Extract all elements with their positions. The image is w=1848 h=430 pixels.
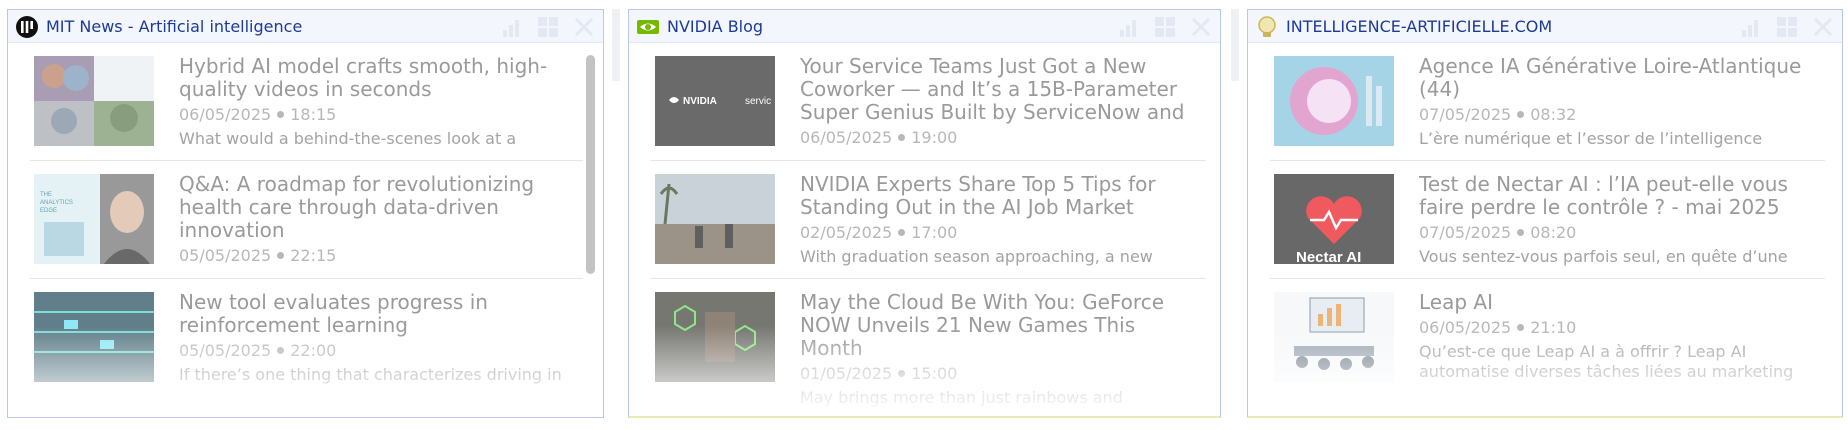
article-timestamp: 01/05/2025 15:00: [800, 364, 958, 383]
article-thumbnail: [1274, 292, 1394, 382]
list-item[interactable]: Hybrid AI model crafts smooth, high-qual…: [30, 43, 583, 161]
article-excerpt: L’ère numérique et l’essor de l’intellig…: [1419, 129, 1763, 148]
list-item[interactable]: THE ANALYTICS EDGE Q&A: A roadmap for re…: [30, 161, 583, 279]
widget-title[interactable]: INTELLIGENCE-ARTIFICIELLE.COM: [1286, 17, 1552, 36]
list-item[interactable]: NVIDIA Experts Share Top 5 Tips for Stan…: [651, 161, 1206, 279]
article-title[interactable]: New tool evaluates progress in reinforce…: [179, 291, 577, 337]
close-icon[interactable]: [573, 16, 595, 38]
article-excerpt: With graduation season approaching, a ne…: [800, 247, 1153, 266]
article-timestamp: 06/05/2025 19:00: [800, 128, 958, 147]
scrollbar[interactable]: [586, 55, 595, 274]
article-title[interactable]: May the Cloud Be With You: GeForce NOW U…: [800, 291, 1200, 360]
list-item[interactable]: Leap AI 06/05/2025 21:10 Qu’est-ce que Le…: [1270, 279, 1825, 397]
widget-title[interactable]: MIT News - Artificial intelligence: [46, 17, 302, 36]
servicenow-wordmark: servic: [745, 96, 771, 107]
article-timestamp: 02/05/2025 17:00: [800, 223, 958, 242]
nectar-wordmark: Nectar AI: [1296, 249, 1361, 264]
stats-icon[interactable]: [1118, 16, 1140, 38]
widget-header: INTELLIGENCE-ARTIFICIELLE.COM: [1248, 10, 1842, 43]
article-timestamp: 05/05/2025 22:00: [179, 341, 337, 360]
widget-toolbar: [1740, 16, 1834, 38]
article-excerpt: If there’s one thing that characterizes …: [179, 365, 562, 384]
article-excerpt: Qu’est-ce que Leap AI a à offrir ? Leap …: [1419, 342, 1794, 381]
article-thumbnail: [655, 174, 775, 264]
widget-title[interactable]: NVIDIA Blog: [667, 17, 763, 36]
grid-view-icon[interactable]: [1154, 16, 1176, 38]
article-timestamp: 06/05/2025 18:15: [179, 105, 337, 124]
nvidia-eye-icon: [637, 16, 659, 38]
article-title[interactable]: Your Service Teams Just Got a New Cowork…: [800, 55, 1200, 124]
article-title[interactable]: Hybrid AI model crafts smooth, high-qual…: [179, 55, 577, 101]
article-excerpt: Vous sentez-vous parfois seul, en quête …: [1419, 247, 1788, 266]
feed-list: NVIDIA servic Your Service Teams Just Go…: [629, 43, 1220, 416]
article-thumbnail: [1274, 56, 1394, 146]
mit-logo-icon: [16, 16, 38, 38]
feed-widget-intelligence-artificielle: INTELLIGENCE-ARTIFICIELLE.COM Agence IA …: [1247, 9, 1843, 418]
article-thumbnail: THE ANALYTICS EDGE: [34, 174, 154, 264]
article-thumbnail: [34, 292, 154, 382]
list-item[interactable]: NVIDIA servic Your Service Teams Just Go…: [651, 43, 1206, 161]
article-timestamp: 07/05/2025 08:20: [1419, 223, 1577, 242]
article-title[interactable]: NVIDIA Experts Share Top 5 Tips for Stan…: [800, 173, 1200, 219]
widget-header: NVIDIA Blog: [629, 10, 1220, 43]
feed-widget-mit: MIT News - Artificial intelligence Hybri…: [7, 9, 604, 418]
cover-text: ANALYTICS: [40, 200, 73, 206]
grid-view-icon[interactable]: [1776, 16, 1798, 38]
stats-icon[interactable]: [501, 16, 523, 38]
brain-bulb-icon: [1256, 16, 1278, 38]
article-excerpt: May brings more than just rainbows and: [800, 388, 1123, 407]
article-thumbnail: [655, 292, 775, 382]
article-title[interactable]: Q&A: A roadmap for revolutionizing healt…: [179, 173, 577, 242]
widget-header: MIT News - Artificial intelligence: [8, 10, 603, 43]
article-title[interactable]: Test de Nectar AI : l’IA peut-elle vous …: [1419, 173, 1819, 219]
article-excerpt: What would a behind-the-scenes look at a: [179, 129, 517, 148]
article-title[interactable]: Agence IA Générative Loire-Atlantique (4…: [1419, 55, 1819, 101]
article-timestamp: 07/05/2025 08:32: [1419, 105, 1577, 124]
widget-toolbar: [1118, 16, 1212, 38]
article-thumbnail: [34, 56, 154, 146]
list-item[interactable]: Nectar AI Test de Nectar AI : l’IA peut-…: [1270, 161, 1825, 279]
article-thumbnail: Nectar AI: [1274, 174, 1394, 264]
stats-icon[interactable]: [1740, 16, 1762, 38]
list-item[interactable]: May the Cloud Be With You: GeForce NOW U…: [651, 279, 1206, 407]
article-timestamp: 05/05/2025 22:15: [179, 246, 337, 265]
feed-widget-nvidia: NVIDIA Blog NVIDIA servic Your Service T…: [628, 9, 1221, 418]
article-thumbnail: NVIDIA servic: [655, 56, 775, 146]
widget-toolbar: [501, 16, 595, 38]
close-icon[interactable]: [1190, 16, 1212, 38]
grid-view-icon[interactable]: [537, 16, 559, 38]
cover-text: EDGE: [40, 208, 57, 214]
cover-text: THE: [40, 192, 52, 198]
article-title[interactable]: Leap AI: [1419, 291, 1819, 314]
nvidia-wordmark: NVIDIA: [683, 96, 717, 107]
list-item[interactable]: New tool evaluates progress in reinforce…: [30, 279, 583, 397]
list-item[interactable]: Agence IA Générative Loire-Atlantique (4…: [1270, 43, 1825, 161]
feed-list: Hybrid AI model crafts smooth, high-qual…: [8, 43, 603, 417]
article-timestamp: 06/05/2025 21:10: [1419, 318, 1577, 337]
feed-list: Agence IA Générative Loire-Atlantique (4…: [1248, 43, 1842, 416]
close-icon[interactable]: [1812, 16, 1834, 38]
